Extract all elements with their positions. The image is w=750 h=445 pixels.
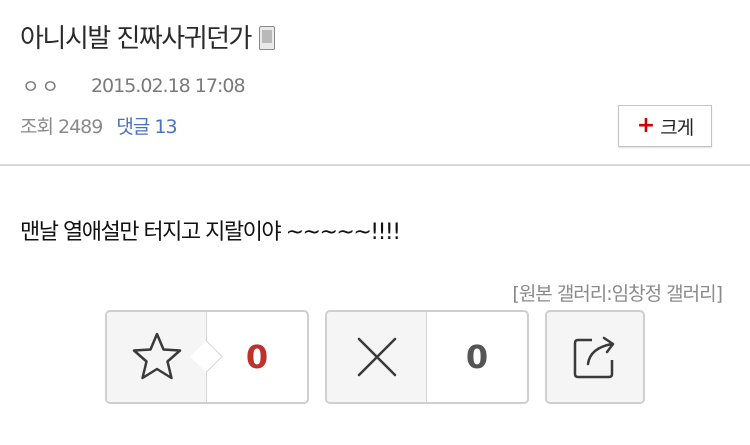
font-size-up-button[interactable]: + 크게 bbox=[618, 105, 712, 147]
mobile-icon bbox=[258, 25, 275, 50]
unrecommend-count: 0 bbox=[465, 338, 489, 376]
source-gallery[interactable]: [원본 갤러리:임창정 갤러리] bbox=[512, 279, 723, 306]
recommend-button[interactable] bbox=[107, 312, 223, 402]
post-title-text: 아니시발 진짜사귀던가 bbox=[20, 24, 252, 54]
recommend-box[interactable]: 0 bbox=[105, 310, 309, 404]
star-icon bbox=[132, 332, 181, 380]
unrecommend-button[interactable] bbox=[327, 312, 427, 402]
share-icon bbox=[573, 336, 615, 379]
post-body: 맨날 열애설만 터지고 지랄이야 ~~~~~!!!! bbox=[20, 220, 401, 245]
post-datetime: 2015.02.18 17:08 bbox=[90, 74, 246, 97]
font-size-up-label: 크게 bbox=[660, 116, 694, 139]
x-icon bbox=[357, 337, 396, 377]
post-title: 아니시발 진짜사귀던가 bbox=[20, 18, 275, 55]
comment-count-link[interactable]: 댓글 13 bbox=[116, 112, 177, 139]
author-name[interactable]: ㅇㅇ bbox=[22, 72, 61, 99]
post-stats: 조회 2489 댓글 13 bbox=[20, 112, 178, 139]
view-count: 조회 2489 bbox=[20, 116, 103, 138]
header-divider bbox=[0, 164, 750, 166]
share-button[interactable] bbox=[545, 310, 645, 404]
post-meta: ㅇㅇ 2015.02.18 17:08 bbox=[22, 72, 246, 99]
plus-icon: + bbox=[636, 113, 655, 138]
unrecommend-box[interactable]: 0 bbox=[325, 310, 529, 404]
